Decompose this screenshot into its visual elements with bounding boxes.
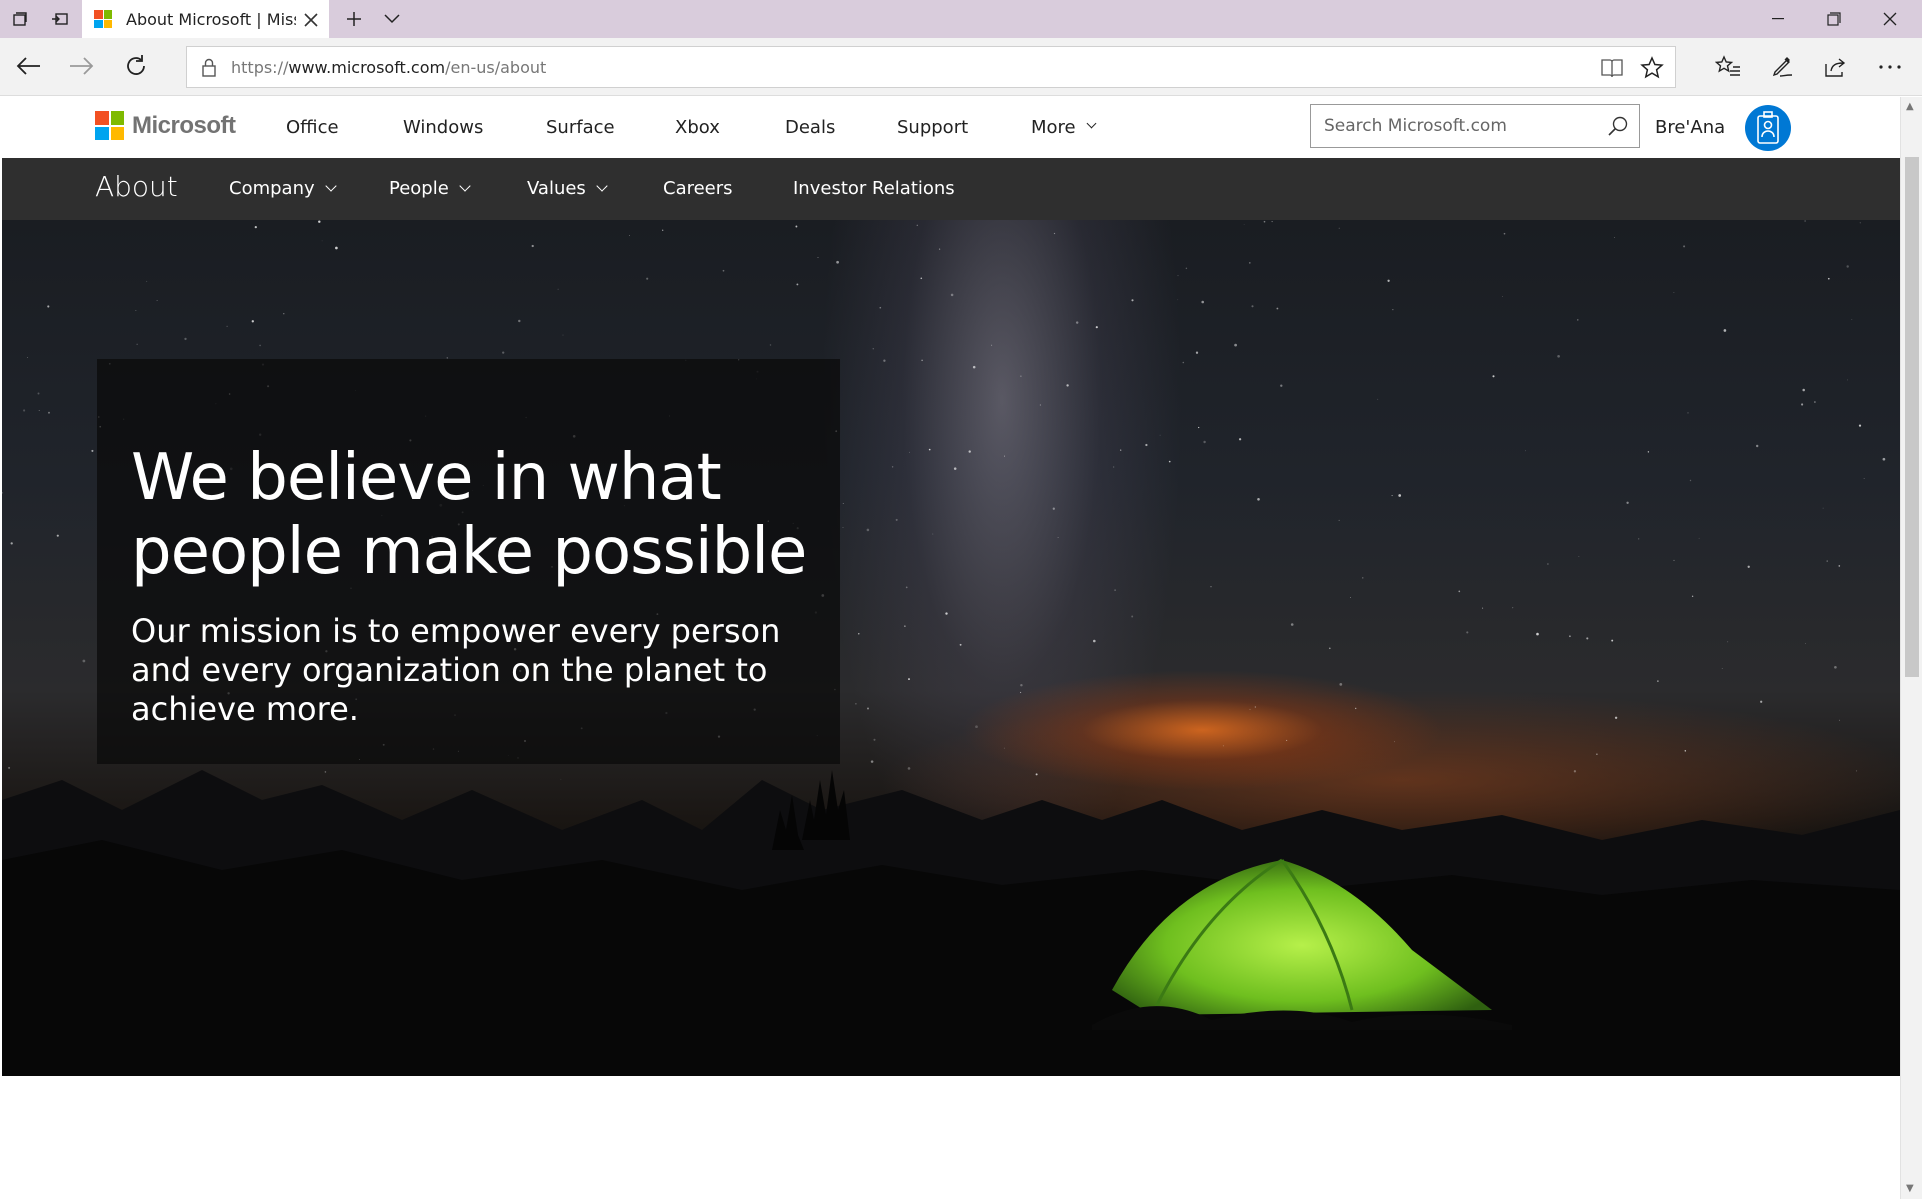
reading-view-icon[interactable] <box>1597 54 1627 82</box>
browser-window: About Microsoft | Mission and Vision <box>0 0 1922 1199</box>
url-text: https://www.microsoft.com/en-us/about <box>231 58 546 77</box>
title-bar: About Microsoft | Mission and Vision <box>0 0 1922 38</box>
favorite-star-icon[interactable] <box>1637 54 1667 82</box>
restore-icon[interactable] <box>1806 0 1862 38</box>
url-domain: www.microsoft.com <box>288 57 446 77</box>
mission-card: We believe in what people make possible … <box>97 359 840 764</box>
page-scrollbar[interactable]: ▲ ▼ <box>1900 97 1922 1199</box>
back-arrow-icon[interactable] <box>8 46 48 86</box>
hero-headline: We believe in what people make possible <box>131 441 807 589</box>
nav-label: Deals <box>785 117 836 138</box>
subnav-item-people[interactable]: People <box>389 178 471 199</box>
microsoft-logo[interactable]: Microsoft <box>95 111 236 140</box>
user-name[interactable]: Bre'Ana <box>1655 117 1725 138</box>
address-bar[interactable]: https://www.microsoft.com/en-us/about <box>186 46 1676 88</box>
nav-xbox[interactable]: Xbox <box>675 97 720 158</box>
microsoft-logo-icon <box>95 111 124 140</box>
new-tab-icon[interactable] <box>334 0 374 38</box>
site-header: Microsoft Office Windows Surface Xbox De… <box>2 97 1900 158</box>
nav-office[interactable]: Office <box>286 97 339 158</box>
subnav-item-company[interactable]: Company <box>229 178 337 199</box>
nav-label: Xbox <box>675 117 720 138</box>
minimize-icon[interactable] <box>1750 0 1806 38</box>
search-box[interactable] <box>1310 104 1640 148</box>
scroll-up-arrow-icon[interactable]: ▲ <box>1906 101 1914 112</box>
subnav-brand[interactable]: About <box>95 170 178 203</box>
set-tabs-aside-icon[interactable] <box>40 0 80 38</box>
more-dots-icon[interactable] <box>1868 48 1912 86</box>
nav-support[interactable]: Support <box>897 97 968 158</box>
nav-windows[interactable]: Windows <box>403 97 483 158</box>
subnav-label: Values <box>527 178 586 199</box>
microsoft-favicon-icon <box>94 10 112 28</box>
nav-deals[interactable]: Deals <box>785 97 835 158</box>
search-input[interactable] <box>1324 116 1594 136</box>
forward-arrow-icon[interactable] <box>62 46 102 86</box>
avatar[interactable] <box>1745 105 1791 151</box>
tab-manager-icon[interactable] <box>0 0 40 38</box>
scrollbar-thumb[interactable] <box>1905 157 1919 677</box>
nav-label: Surface <box>546 117 615 138</box>
user-badge-icon <box>1757 111 1779 144</box>
subnav-label: Investor Relations <box>793 178 955 199</box>
url-prefix: https:// <box>231 57 289 77</box>
hero-banner: We believe in what people make possible … <box>2 220 1900 1076</box>
nav-label: More <box>1031 117 1076 138</box>
nav-label: Office <box>286 117 339 138</box>
subnav-item-investor-relations[interactable]: Investor Relations <box>793 178 955 199</box>
refresh-icon[interactable] <box>116 46 156 86</box>
nav-label: Windows <box>403 117 484 138</box>
mountain-silhouette-image <box>2 770 1900 1076</box>
close-tab-icon[interactable] <box>303 9 319 33</box>
favorites-hub-icon[interactable] <box>1706 48 1750 86</box>
chevron-down-icon <box>1086 118 1097 129</box>
subnav-label: Company <box>229 178 315 199</box>
logo-text: Microsoft <box>132 111 236 139</box>
chevron-down-icon <box>459 180 471 192</box>
chevron-down-icon <box>596 180 608 192</box>
close-window-icon[interactable] <box>1862 0 1918 38</box>
subnav-label: People <box>389 178 449 199</box>
nav-surface[interactable]: Surface <box>546 97 615 158</box>
nav-more[interactable]: More <box>1031 97 1097 158</box>
search-icon[interactable] <box>1607 115 1629 141</box>
chevron-down-icon <box>324 180 337 192</box>
share-icon[interactable] <box>1814 48 1858 86</box>
nav-label: Support <box>897 117 969 138</box>
scroll-down-arrow-icon[interactable]: ▼ <box>1906 1183 1914 1194</box>
mission-statement: Our mission is to empower every person a… <box>131 612 781 728</box>
subnav-label: Careers <box>663 178 733 199</box>
lock-icon[interactable] <box>187 57 231 77</box>
browser-toolbar: https://www.microsoft.com/en-us/about <box>0 38 1922 96</box>
tab-preview-chevron-down-icon[interactable] <box>372 0 412 38</box>
tab-title: About Microsoft | Mission and Vision <box>126 9 296 29</box>
web-note-pen-icon[interactable] <box>1760 48 1804 86</box>
subnav-item-values[interactable]: Values <box>527 178 608 199</box>
subnav-item-careers[interactable]: Careers <box>663 178 733 199</box>
green-tent-image <box>1092 858 1512 1030</box>
about-subnav: About Company People Values Careers Inve… <box>2 158 1900 220</box>
active-tab[interactable]: About Microsoft | Mission and Vision <box>82 0 329 38</box>
url-path: /en-us/about <box>445 57 547 77</box>
